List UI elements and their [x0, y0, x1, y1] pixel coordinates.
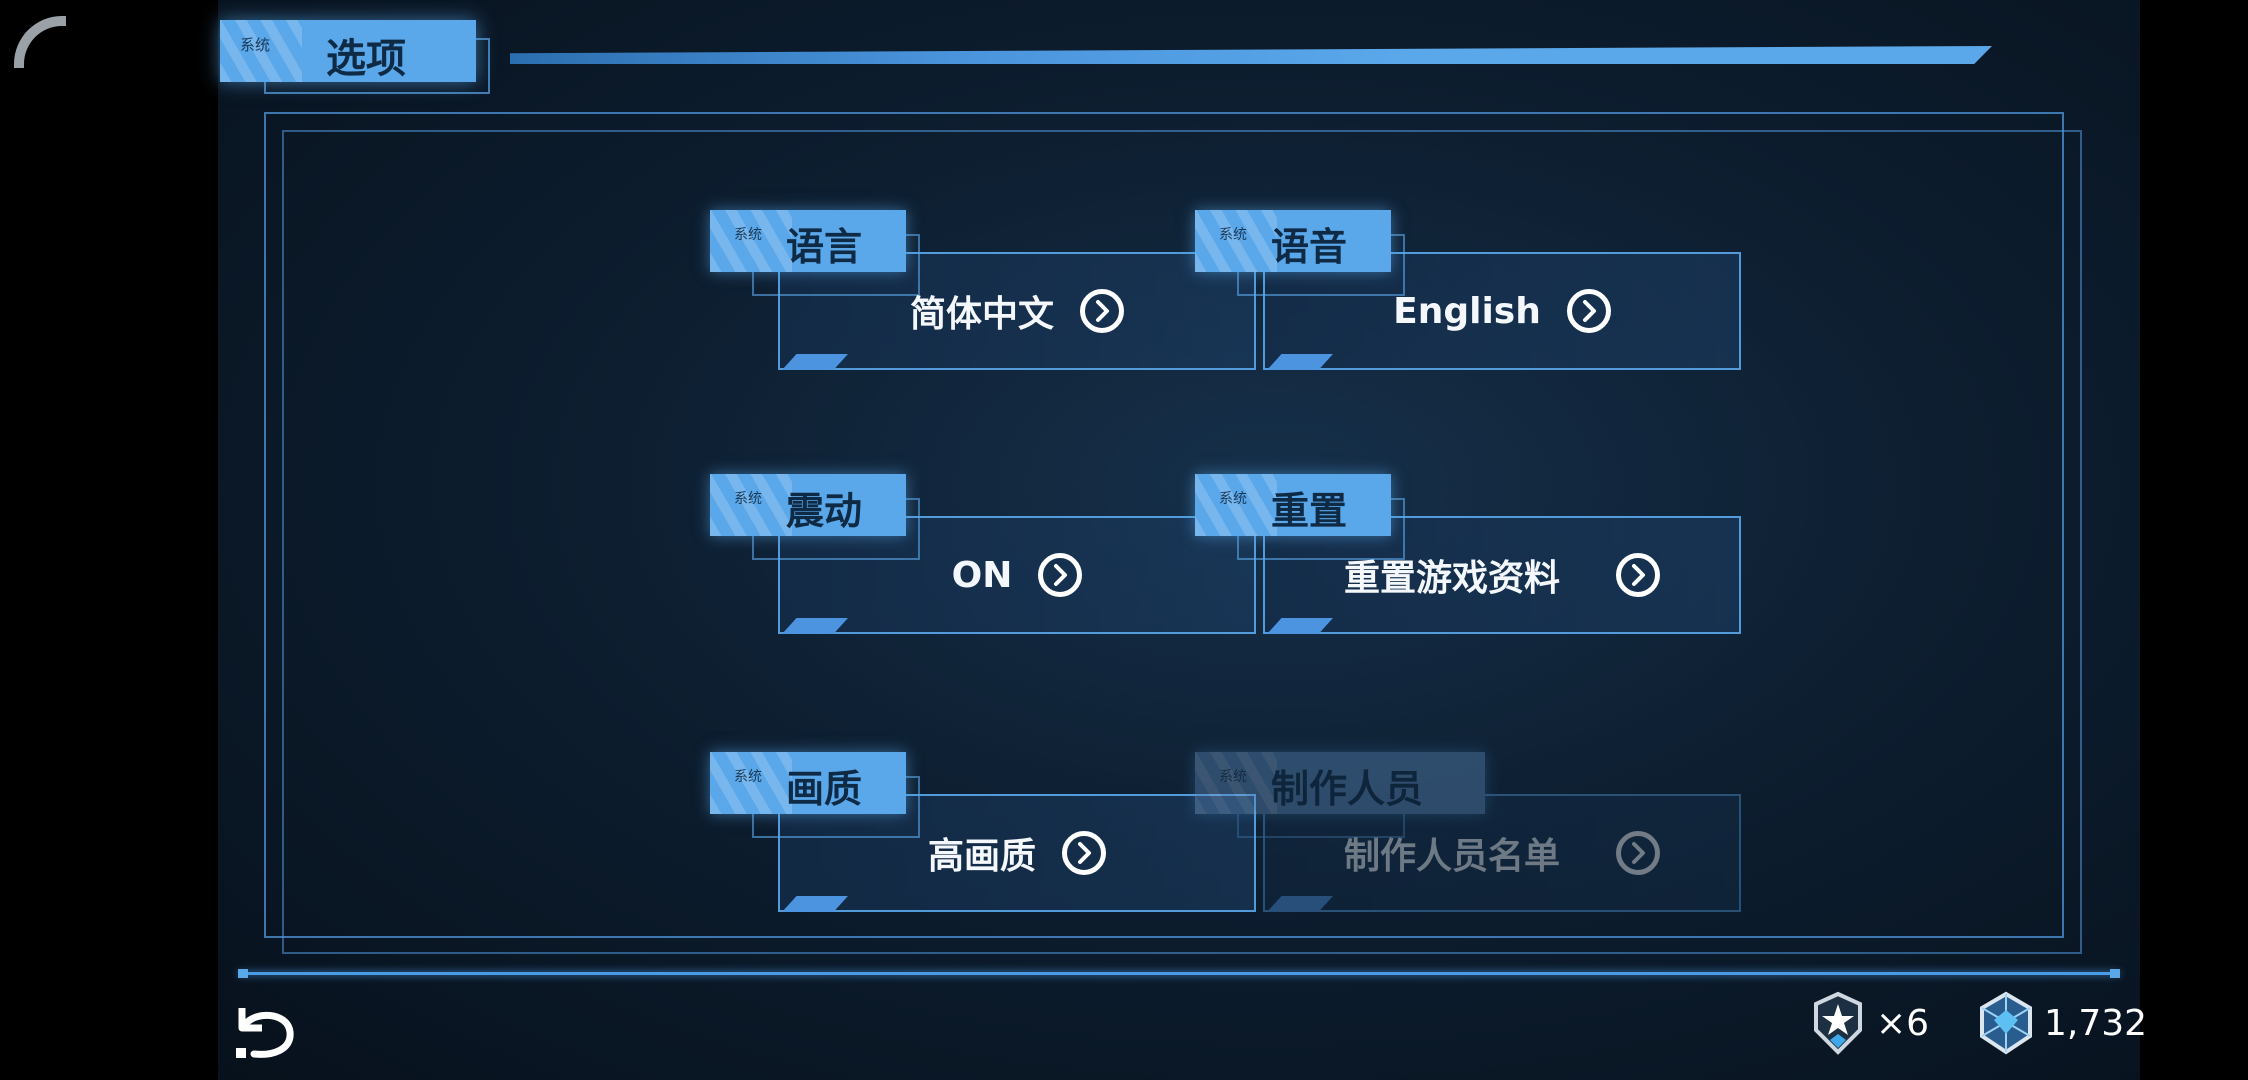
star-resource: ×6	[1808, 990, 1929, 1056]
option-quality[interactable]: 系统 画质 高画质	[710, 752, 1256, 912]
option-value-row[interactable]: 重置游戏资料	[1263, 516, 1741, 634]
crystal-count: 1,732	[2044, 1002, 2148, 1044]
option-voice[interactable]: 系统 语音 English	[1195, 210, 1741, 370]
chevron-right-icon[interactable]	[1566, 289, 1611, 333]
option-category: 系统	[1219, 491, 1247, 507]
page-tab-category: 系统	[240, 36, 271, 54]
page-tab: 系统 选项	[220, 20, 476, 82]
option-value-row[interactable]: 高画质	[778, 794, 1256, 912]
option-value: 制作人员名单	[1343, 836, 1560, 877]
back-button[interactable]	[232, 998, 300, 1062]
option-reset[interactable]: 系统 重置 重置游戏资料	[1195, 474, 1741, 634]
option-value: 重置游戏资料	[1343, 558, 1560, 599]
option-language[interactable]: 系统 语言 简体中文	[710, 210, 1256, 370]
option-value-row[interactable]: English	[1263, 252, 1741, 370]
crystal-resource: 1,732	[1976, 990, 2147, 1056]
option-category: 系统	[1219, 769, 1247, 785]
option-category: 系统	[734, 769, 762, 785]
star-count: ×6	[1876, 1002, 1930, 1044]
option-category: 系统	[734, 227, 762, 243]
footer-divider	[238, 969, 2120, 978]
option-vibration[interactable]: 系统 震动 ON	[710, 474, 1256, 634]
chevron-right-icon[interactable]	[1062, 831, 1106, 875]
page-title: 选项	[326, 36, 406, 82]
chevron-right-icon[interactable]	[1038, 553, 1083, 597]
chevron-right-icon	[1616, 831, 1660, 875]
option-value: English	[1393, 290, 1541, 332]
star-badge-icon	[1814, 991, 1862, 1055]
option-value: 简体中文	[909, 294, 1054, 335]
option-value-row[interactable]: 简体中文	[778, 252, 1256, 370]
chevron-right-icon[interactable]	[1616, 553, 1660, 597]
option-value-row: 制作人员名单	[1263, 794, 1741, 912]
back-icon	[236, 1008, 294, 1058]
option-value: ON	[951, 554, 1013, 596]
corner-arc-icon	[14, 16, 66, 68]
option-value-row[interactable]: ON	[778, 516, 1256, 634]
option-category: 系统	[1219, 227, 1247, 243]
chevron-right-icon[interactable]	[1080, 289, 1124, 333]
option-credits: 系统 制作人员 制作人员名单	[1195, 752, 1741, 912]
option-value: 高画质	[927, 836, 1036, 877]
crystal-icon	[1980, 991, 2032, 1055]
option-category: 系统	[734, 491, 762, 507]
